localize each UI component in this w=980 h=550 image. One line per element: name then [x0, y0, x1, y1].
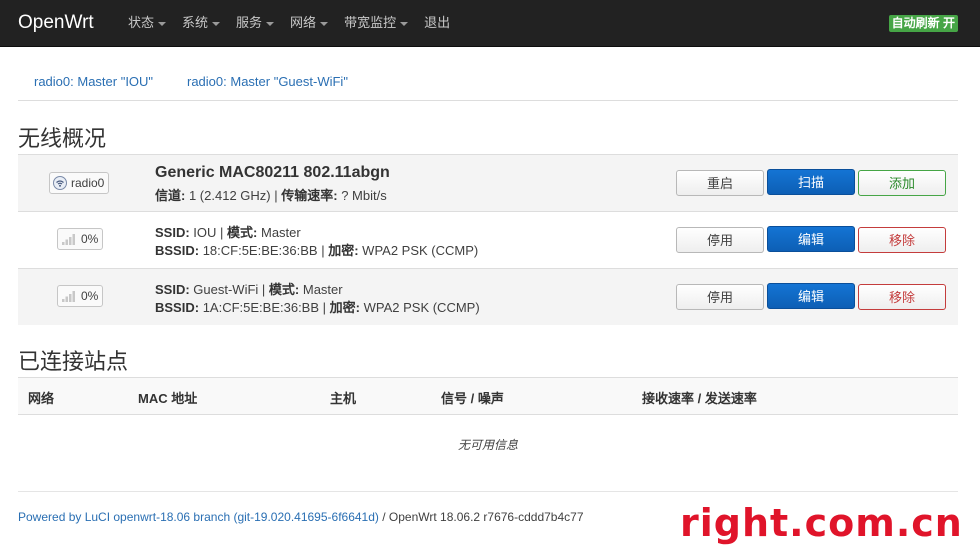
- nav-network[interactable]: 网络: [282, 0, 336, 46]
- device-row: radio0 Generic MAC80211 802.11abgn 信道: 1…: [18, 154, 958, 211]
- add-button[interactable]: 添加: [858, 170, 946, 196]
- chevron-down-icon: [400, 21, 409, 26]
- brand-logo[interactable]: OpenWrt: [18, 12, 94, 34]
- network-ssid-line: SSID: Guest-WiFi | 模式: Master: [155, 282, 343, 297]
- restart-button[interactable]: 重启: [676, 170, 764, 196]
- tab-iou[interactable]: radio0: Master "IOU": [34, 74, 153, 89]
- device-name: Generic MAC80211 802.11abgn: [155, 164, 390, 181]
- col-rx-tx-rate: 接收速率 / 发送速率: [642, 391, 757, 406]
- wireless-table: radio0 Generic MAC80211 802.11abgn 信道: 1…: [18, 154, 958, 325]
- footer: Powered by LuCI openwrt-18.06 branch (gi…: [18, 510, 584, 524]
- signal-value: 0%: [81, 289, 99, 303]
- signal-badge: 0%: [57, 228, 104, 250]
- interface-tabs: radio0: Master "IOU" radio0: Master "Gue…: [18, 64, 958, 101]
- nav-system[interactable]: 系统: [174, 0, 228, 46]
- signal-bars-icon: [62, 291, 75, 302]
- remove-button[interactable]: 移除: [858, 284, 946, 310]
- network-row-iou: 0% SSID: IOU | 模式: Master BSSID: 18:CF:5…: [18, 211, 958, 268]
- col-mac: MAC 地址: [138, 391, 198, 406]
- network-bssid-line: BSSID: 18:CF:5E:BE:36:BB | 加密: WPA2 PSK …: [155, 243, 479, 258]
- luci-link[interactable]: Powered by LuCI openwrt-18.06 branch (gi…: [18, 510, 379, 524]
- nav-services[interactable]: 服务: [228, 0, 282, 46]
- signal-bars-icon: [62, 234, 75, 245]
- chevron-down-icon: [158, 21, 167, 26]
- openwrt-version: / OpenWrt 18.06.2 r7676-cddd7b4c77: [378, 510, 584, 524]
- edit-button[interactable]: 编辑: [767, 283, 855, 309]
- top-navbar: OpenWrt 状态 系统 服务 网络 带宽监控 退出 自动刷新 开: [0, 0, 980, 47]
- tab-guest-wifi[interactable]: radio0: Master "Guest-WiFi": [187, 74, 348, 89]
- wifi-device-icon: [53, 176, 67, 190]
- no-data-message: 无可用信息: [457, 438, 518, 452]
- signal-value: 0%: [81, 232, 99, 246]
- remove-button[interactable]: 移除: [858, 227, 946, 253]
- network-row-guest-wifi: 0% SSID: Guest-WiFi | 模式: Master BSSID: …: [18, 268, 958, 325]
- chevron-down-icon: [320, 21, 329, 26]
- nav-logout[interactable]: 退出: [416, 0, 458, 46]
- chevron-down-icon: [212, 21, 221, 26]
- edit-button[interactable]: 编辑: [767, 226, 855, 252]
- radio-badge: radio0: [49, 172, 110, 194]
- main-nav: 状态 系统 服务 网络 带宽监控 退出: [120, 0, 458, 46]
- col-signal-noise: 信号 / 噪声: [441, 391, 504, 406]
- device-info: 信道: 1 (2.412 GHz) | 传输速率: ? Mbit/s: [155, 188, 387, 203]
- col-network: 网络: [28, 391, 55, 406]
- disable-button[interactable]: 停用: [676, 227, 764, 253]
- network-bssid-line: BSSID: 1A:CF:5E:BE:36:BB | 加密: WPA2 PSK …: [155, 300, 480, 315]
- col-host: 主机: [330, 391, 357, 406]
- autorefresh-toggle[interactable]: 自动刷新 开: [888, 15, 958, 32]
- nav-bandwidth[interactable]: 带宽监控: [336, 0, 416, 46]
- wireless-overview-heading: 无线概况: [18, 127, 107, 152]
- associated-stations-heading: 已连接站点: [18, 350, 129, 375]
- scan-button[interactable]: 扫描: [767, 169, 855, 195]
- nav-status[interactable]: 状态: [120, 0, 174, 46]
- footer-divider: [18, 491, 958, 492]
- radio-badge-label: radio0: [71, 176, 105, 190]
- network-ssid-line: SSID: IOU | 模式: Master: [155, 225, 301, 240]
- stations-table-header: 网络 MAC 地址 主机 信号 / 噪声 接收速率 / 发送速率: [18, 377, 958, 415]
- watermark: right.com.cn: [680, 501, 963, 545]
- signal-badge: 0%: [57, 285, 104, 307]
- chevron-down-icon: [266, 21, 275, 26]
- disable-button[interactable]: 停用: [676, 284, 764, 310]
